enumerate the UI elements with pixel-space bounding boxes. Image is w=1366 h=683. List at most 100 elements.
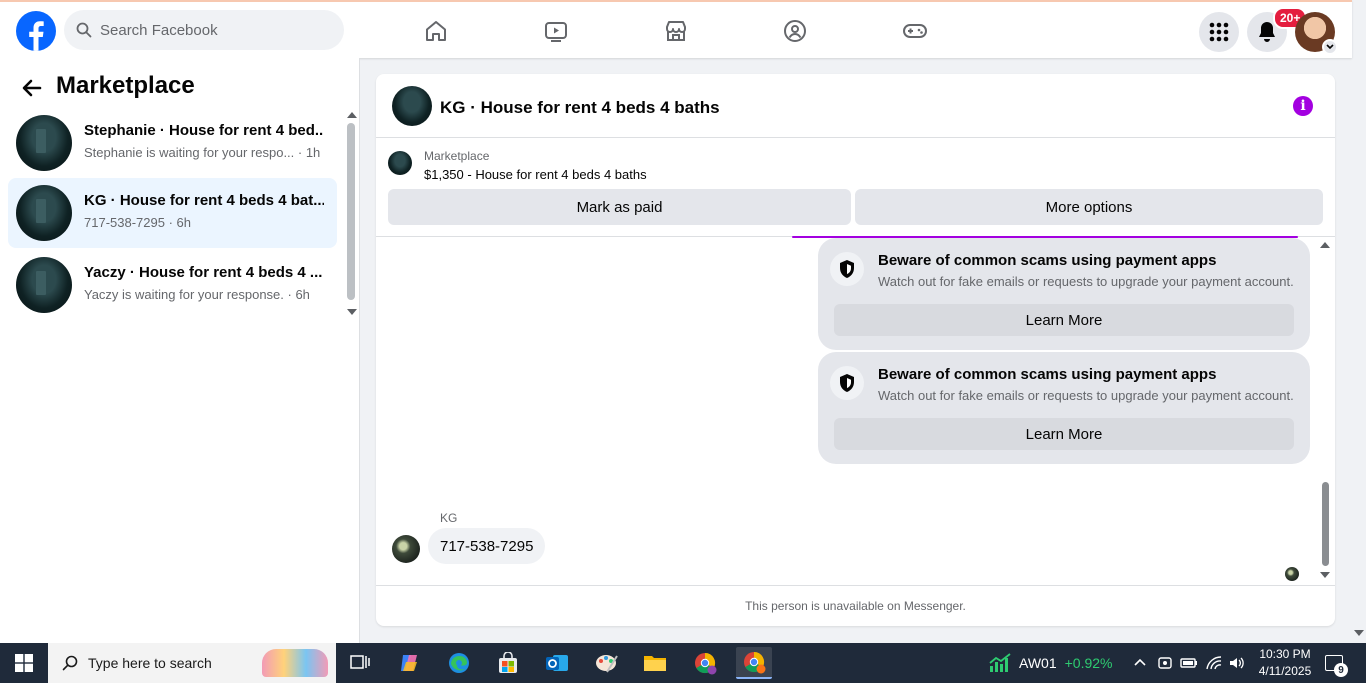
chat-title[interactable]: KG · House for rent 4 beds 4 baths [440, 98, 720, 118]
marketplace-sidebar: Marketplace Stephanie · House for rent 4… [0, 58, 360, 643]
stock-chart-icon [989, 653, 1011, 672]
learn-more-button[interactable]: Learn More [834, 304, 1294, 336]
mark-as-paid-button[interactable]: Mark as paid [388, 189, 851, 225]
conversation-item-yaczy[interactable]: Yaczy · House for rent 4 beds 4 ... Yacz… [8, 250, 337, 320]
scam-warning-title: Beware of common scams using payment app… [878, 366, 1217, 383]
more-options-button[interactable]: More options [855, 189, 1323, 225]
sender-name: KG [440, 511, 458, 525]
folder-icon [644, 656, 666, 671]
scam-warning-card: Beware of common scams using payment app… [818, 238, 1310, 350]
scam-warning-title: Beware of common scams using payment app… [878, 252, 1217, 269]
nav-watch[interactable] [536, 14, 576, 48]
store-app[interactable] [490, 647, 526, 679]
chat-scroll-down[interactable] [1320, 572, 1330, 578]
search-box[interactable] [64, 10, 344, 50]
info-icon[interactable]: i [1293, 96, 1313, 116]
shield-icon [830, 252, 864, 286]
scam-warning-body: Watch out for fake emails or requests to… [878, 388, 1294, 403]
battery-icon[interactable] [1180, 655, 1198, 671]
stock-symbol: AW01 [1019, 655, 1057, 671]
listing-price-title[interactable]: $1,350 - House for rent 4 beds 4 baths [424, 167, 647, 182]
edge-app[interactable] [441, 647, 477, 679]
sender-avatar[interactable] [392, 535, 420, 563]
listing-thumbnail [16, 257, 72, 313]
listing-kicker: Marketplace [424, 149, 490, 163]
volume-icon[interactable] [1228, 655, 1246, 671]
scam-warning-card: Beware of common scams using payment app… [818, 352, 1310, 464]
chat-header: KG · House for rent 4 beds 4 baths i [376, 74, 1335, 138]
task-view-button[interactable] [342, 647, 378, 679]
menu-button[interactable] [1199, 12, 1239, 52]
sidebar-scrollbar-thumb[interactable] [347, 123, 355, 300]
search-input[interactable] [100, 21, 320, 39]
facebook-logo-icon[interactable] [16, 11, 56, 51]
start-button[interactable] [0, 643, 48, 683]
nav-gaming[interactable] [895, 14, 935, 48]
clock-time: 10:30 PM [1259, 647, 1311, 661]
search-icon [76, 22, 92, 38]
grid-menu-icon [1209, 22, 1229, 42]
marketplace-icon [666, 21, 686, 41]
chrome-app-active[interactable] [736, 647, 772, 679]
listing-thumbnail [16, 185, 72, 241]
edge-icon [449, 653, 469, 673]
wifi-icon[interactable] [1205, 655, 1223, 671]
listing-thumbnail [16, 115, 72, 171]
chrome-app-h[interactable] [687, 647, 723, 679]
scam-warning-body: Watch out for fake emails or requests to… [878, 274, 1294, 289]
clock-date: 4/11/2025 [1258, 664, 1312, 678]
chat-scrollbar-thumb[interactable] [1322, 482, 1329, 566]
sidebar-scroll-up[interactable] [347, 112, 357, 118]
search-highlight-image[interactable] [262, 649, 328, 677]
paint-app[interactable] [589, 647, 625, 679]
watch-icon [545, 22, 567, 42]
store-icon [499, 652, 517, 673]
copilot-app[interactable] [392, 647, 428, 679]
stock-widget[interactable]: AW01 +0.92% [988, 643, 1112, 683]
outlook-app[interactable] [539, 647, 575, 679]
conversation-item-stephanie[interactable]: Stephanie · House for rent 4 bed... Step… [8, 108, 337, 178]
chevron-down-icon [1322, 39, 1338, 55]
chat-scroll-up[interactable] [1320, 242, 1330, 248]
home-icon [426, 21, 446, 41]
conversation-preview: 717-538-7295 · 6h [84, 215, 191, 230]
back-arrow-icon[interactable] [20, 76, 44, 100]
conversation-preview: Yaczy is waiting for your response. · 6h [84, 287, 310, 302]
system-clock[interactable]: 10:30 PM 4/11/2025 [1254, 646, 1316, 680]
chevron-up-icon[interactable] [1133, 655, 1147, 669]
meet-now-icon[interactable] [1157, 655, 1173, 671]
taskbar-search-input[interactable] [88, 655, 248, 671]
sidebar-scroll-down[interactable] [347, 309, 357, 315]
page-scroll-down[interactable] [1354, 630, 1364, 636]
conversation-title: Stephanie · House for rent 4 bed... [84, 122, 324, 139]
listing-summary: Marketplace $1,350 - House for rent 4 be… [376, 139, 1335, 237]
windows-taskbar: AW01 +0.92% 10:30 PM 4/11/2025 9 [0, 643, 1366, 683]
task-view-icon [350, 655, 370, 669]
conversation-title: Yaczy · House for rent 4 beds 4 ... [84, 264, 323, 281]
outlook-icon [546, 655, 568, 671]
copilot-icon [401, 655, 417, 671]
chrome-icon [744, 651, 766, 674]
windows-logo-icon [15, 654, 33, 672]
sidebar-title: Marketplace [56, 72, 195, 99]
conversation-item-kg[interactable]: KG · House for rent 4 beds 4 bat... 717-… [8, 178, 337, 248]
listing-small-thumbnail [388, 151, 412, 175]
search-icon [62, 655, 78, 671]
chat-panel: KG · House for rent 4 beds 4 baths i Mar… [376, 74, 1335, 626]
chrome-icon [695, 652, 717, 675]
nav-marketplace[interactable] [656, 14, 696, 48]
seen-receipt-avatar [1285, 567, 1299, 581]
learn-more-button[interactable]: Learn More [834, 418, 1294, 450]
chat-listing-thumbnail[interactable] [392, 86, 432, 126]
account-avatar[interactable] [1295, 12, 1338, 55]
notification-center-count: 9 [1334, 663, 1348, 677]
shield-icon [830, 366, 864, 400]
unavailable-notice: This person is unavailable on Messenger. [376, 585, 1335, 626]
nav-home[interactable] [416, 14, 456, 48]
paint-palette-icon [596, 655, 618, 673]
message-bubble[interactable]: 717-538-7295 [428, 528, 546, 564]
file-explorer-app[interactable] [637, 647, 673, 679]
top-navigation-bar: 20+ [0, 0, 1352, 58]
groups-icon [784, 20, 806, 42]
nav-groups[interactable] [775, 14, 815, 48]
